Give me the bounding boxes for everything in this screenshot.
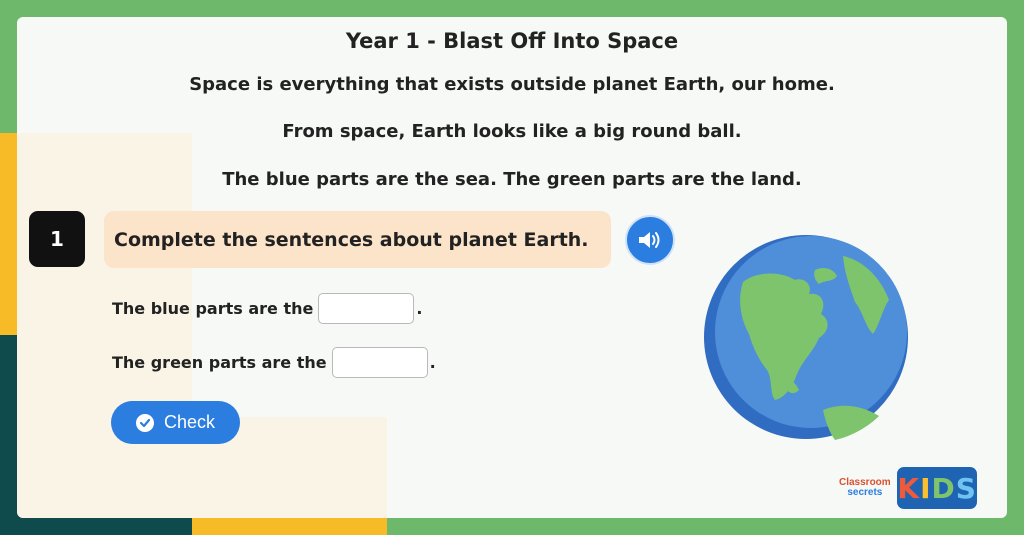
sentence-2: The green parts are the . (112, 347, 436, 378)
kids-letter-d: D (931, 471, 955, 505)
intro-line-1: Space is everything that exists outside … (189, 74, 835, 95)
brand-logo: Classroom secrets K I D S (839, 467, 977, 509)
check-circle-icon (135, 413, 154, 432)
kids-logo: K I D S (896, 467, 977, 509)
answer-input-2[interactable] (331, 347, 428, 378)
sentence-2-text: The green parts are the (112, 353, 327, 372)
answer-input-1[interactable] (318, 293, 415, 324)
check-button[interactable]: Check (111, 401, 240, 444)
sentence-1-end: . (416, 299, 423, 318)
classroom-secrets-logo: Classroom secrets (839, 478, 891, 498)
sentence-1-text: The blue parts are the (112, 299, 314, 318)
audio-button[interactable] (625, 215, 675, 265)
content-panel: Year 1 - Blast Off Into Space Space is e… (17, 17, 1007, 518)
sentence-1: The blue parts are the . (112, 293, 422, 324)
intro-line-3: The blue parts are the sea. The green pa… (222, 169, 802, 190)
brand-line-2: secrets (847, 487, 883, 498)
earth-illustration (704, 235, 908, 440)
sentence-2-end: . (429, 353, 436, 372)
kids-letter-s: S (955, 471, 976, 505)
page-title: Year 1 - Blast Off Into Space (345, 29, 679, 53)
question-number-badge: 1 (29, 211, 85, 267)
question-prompt-text: Complete the sentences about planet Eart… (114, 228, 589, 251)
intro-line-2: From space, Earth looks like a big round… (282, 121, 742, 142)
kids-letter-k: K (897, 471, 920, 505)
kids-letter-i: I (920, 471, 931, 505)
check-button-label: Check (163, 412, 216, 432)
question-prompt: Complete the sentences about planet Eart… (104, 211, 611, 268)
speaker-icon (639, 232, 660, 248)
panel-tint (17, 133, 192, 518)
